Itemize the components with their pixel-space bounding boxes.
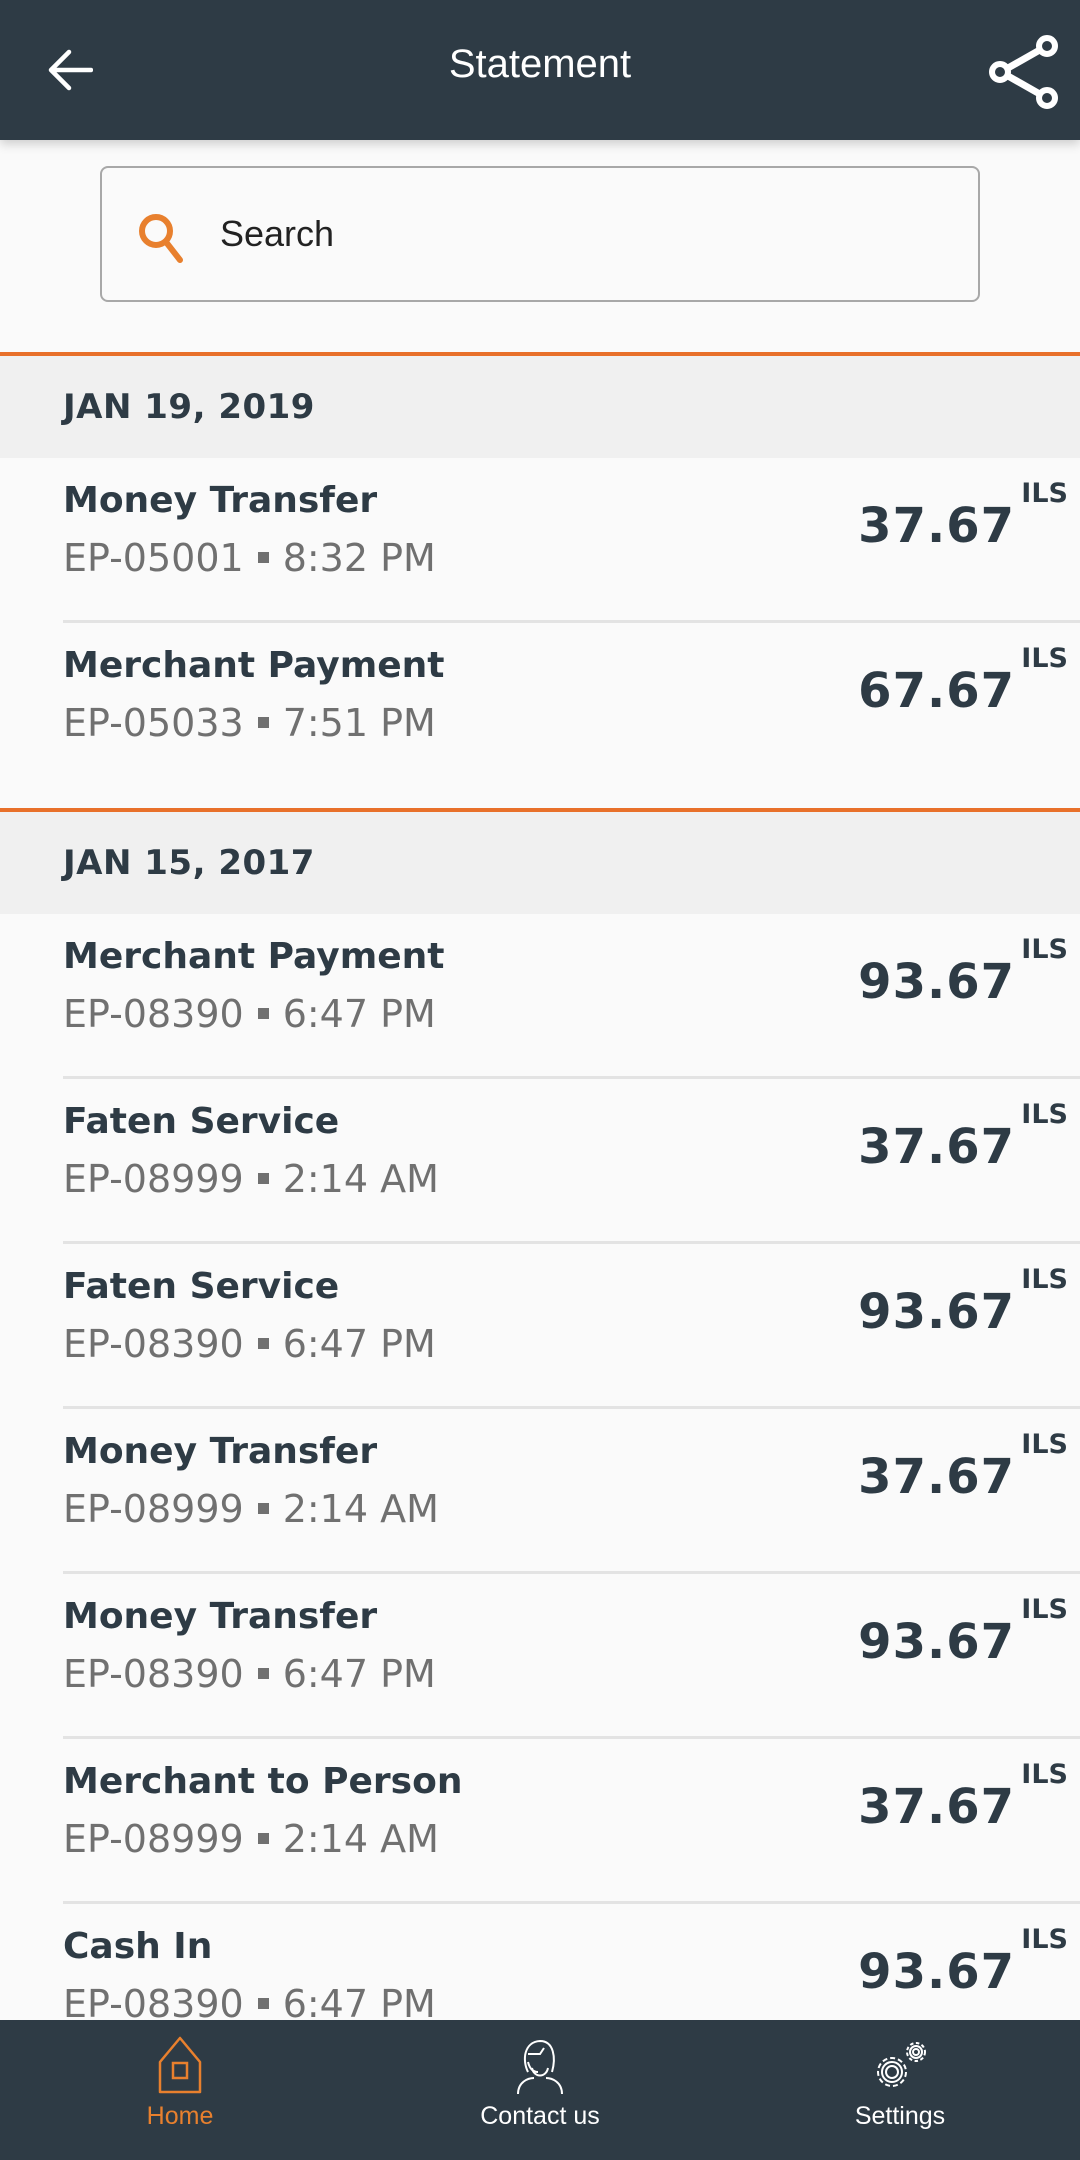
- separator-dot: [257, 1833, 269, 1844]
- nav-label: Settings: [854, 2102, 946, 2130]
- separator-dot: [257, 1503, 269, 1514]
- transaction-ref: EP-08390: [63, 1652, 244, 1696]
- transaction-meta: EP-05033 7:51 PM: [63, 701, 436, 745]
- transaction-time: 2:14 AM: [282, 1817, 439, 1861]
- transaction-ref: EP-08999: [63, 1157, 244, 1201]
- top-app-bar: Statement: [0, 0, 1080, 140]
- currency-label: ILS: [1021, 1429, 1068, 1460]
- transaction-row[interactable]: Merchant Payment EP-08390 6:47 PM 93.67 I…: [63, 914, 1080, 1079]
- transaction-ref: EP-05001: [63, 536, 244, 580]
- transaction-time: 6:47 PM: [282, 992, 436, 1036]
- transaction-meta: EP-05001 8:32 PM: [63, 536, 436, 580]
- currency-label: ILS: [1021, 1099, 1068, 1130]
- transaction-amount: 37.67: [858, 1119, 1015, 1175]
- transaction-name: Money Transfer: [63, 1431, 378, 1472]
- transaction-name: Merchant Payment: [63, 936, 445, 977]
- share-icon: [989, 35, 1058, 109]
- transaction-row[interactable]: Merchant Payment EP-05033 7:51 PM 67.67 I…: [63, 623, 1080, 788]
- separator-dot: [257, 1008, 269, 1019]
- transaction-ref: EP-05033: [63, 701, 244, 745]
- separator-dot: [257, 1173, 269, 1184]
- transaction-row[interactable]: Money Transfer EP-05001 8:32 PM 37.67 ILS: [63, 458, 1080, 623]
- transaction-amount: 93.67: [858, 1614, 1015, 1670]
- date-header: JAN 15, 2017: [0, 812, 1080, 914]
- transaction-name: Money Transfer: [63, 1596, 378, 1637]
- bottom-navigation: Home Contact us Settings: [0, 2020, 1080, 2160]
- nav-item-settings[interactable]: Settings: [720, 2020, 1080, 2160]
- transaction-row[interactable]: Merchant to Person EP-08999 2:14 AM 37.67…: [63, 1739, 1080, 1904]
- search-icon: [139, 214, 183, 263]
- transaction-ref: EP-08999: [63, 1487, 244, 1531]
- transaction-row[interactable]: Faten Service EP-08390 6:47 PM 93.67 ILS: [63, 1244, 1080, 1409]
- transaction-meta: EP-08390 6:47 PM: [63, 992, 436, 1036]
- gears-icon: [877, 2042, 926, 2087]
- transaction-meta: EP-08999 2:14 AM: [63, 1487, 439, 1531]
- currency-label: ILS: [1021, 478, 1068, 509]
- transaction-name: Faten Service: [63, 1266, 340, 1307]
- transaction-amount: 37.67: [858, 1449, 1015, 1505]
- date-group: JAN 15, 2017 Merchant Payment EP-08390 6:…: [0, 808, 1080, 2069]
- currency-label: ILS: [1021, 1759, 1068, 1790]
- nav-item-home[interactable]: Home: [0, 2020, 360, 2160]
- home-icon: [158, 2036, 202, 2094]
- transaction-row[interactable]: Money Transfer EP-08999 2:14 AM 37.67 ILS: [63, 1409, 1080, 1574]
- date-group: JAN 19, 2019 Money Transfer EP-05001 8:32…: [0, 352, 1080, 788]
- currency-label: ILS: [1021, 1924, 1068, 1955]
- transaction-amount: 67.67: [858, 663, 1015, 719]
- separator-dot: [257, 1668, 269, 1679]
- transaction-ref: EP-08390: [63, 992, 244, 1036]
- transaction-ref: EP-08999: [63, 1817, 244, 1861]
- transaction-amount: 37.67: [858, 1779, 1015, 1835]
- search-box[interactable]: [100, 166, 980, 302]
- transaction-name: Merchant to Person: [63, 1761, 463, 1802]
- transaction-meta: EP-08390 6:47 PM: [63, 1322, 436, 1366]
- date-header: JAN 19, 2019: [0, 356, 1080, 458]
- transaction-time: 6:47 PM: [282, 1322, 436, 1366]
- currency-label: ILS: [1021, 643, 1068, 674]
- currency-label: ILS: [1021, 1594, 1068, 1625]
- page-title: Statement: [448, 42, 632, 86]
- nav-label: Contact us: [480, 2102, 600, 2130]
- transaction-amount: 37.67: [858, 498, 1015, 554]
- currency-label: ILS: [1021, 934, 1068, 965]
- nav-label: Home: [146, 2102, 214, 2130]
- separator-dot: [257, 717, 269, 728]
- transaction-row[interactable]: Faten Service EP-08999 2:14 AM 37.67 ILS: [63, 1079, 1080, 1244]
- transaction-time: 8:32 PM: [282, 536, 436, 580]
- transaction-row[interactable]: Money Transfer EP-08390 6:47 PM 93.67 ILS: [63, 1574, 1080, 1739]
- transaction-amount: 93.67: [858, 1284, 1015, 1340]
- transaction-time: 2:14 AM: [282, 1487, 439, 1531]
- transaction-name: Faten Service: [63, 1101, 340, 1142]
- transaction-list[interactable]: JAN 19, 2019 Money Transfer EP-05001 8:32…: [0, 352, 1080, 2069]
- separator-dot: [257, 1998, 269, 2009]
- statement-screen: Statement JAN 19, 2019 Money Transfer EP…: [0, 0, 1080, 2160]
- transaction-time: 2:14 AM: [282, 1157, 439, 1201]
- transaction-name: Money Transfer: [63, 480, 378, 521]
- transaction-amount: 93.67: [858, 954, 1015, 1010]
- transaction-time: 7:51 PM: [282, 701, 436, 745]
- transaction-ref: EP-08390: [63, 1322, 244, 1366]
- separator-dot: [257, 1338, 269, 1349]
- transaction-name: Merchant Payment: [63, 645, 445, 686]
- support-agent-icon: [517, 2039, 563, 2095]
- transaction-meta: EP-08390 6:47 PM: [63, 1652, 436, 1696]
- transaction-meta: EP-08999 2:14 AM: [63, 1817, 439, 1861]
- search-input[interactable]: [220, 204, 920, 264]
- transaction-name: Cash In: [63, 1926, 213, 1967]
- nav-item-contact-us[interactable]: Contact us: [360, 2020, 720, 2160]
- transaction-amount: 93.67: [858, 1944, 1015, 2000]
- currency-label: ILS: [1021, 1264, 1068, 1295]
- share-button[interactable]: [984, 30, 1064, 114]
- transaction-meta: EP-08999 2:14 AM: [63, 1157, 439, 1201]
- separator-dot: [257, 552, 269, 563]
- transaction-time: 6:47 PM: [282, 1652, 436, 1696]
